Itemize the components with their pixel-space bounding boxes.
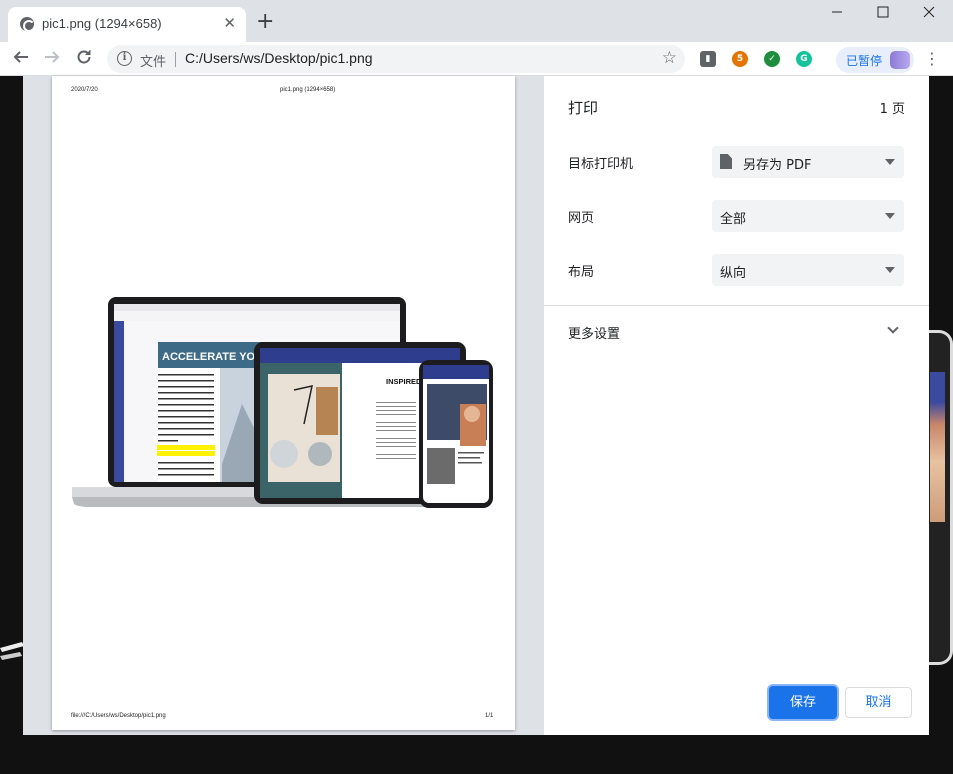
background-device-screen <box>930 372 945 522</box>
page-footer-number: 1/1 <box>485 713 494 719</box>
background-device-edge <box>0 642 24 660</box>
tab-title: pic1.png (1294×658) <box>42 16 162 31</box>
url-text[interactable]: C:/Users/ws/Desktop/pic1.png <box>185 50 373 66</box>
layout-label: 布局 <box>568 265 595 280</box>
back-arrow-icon[interactable] <box>9 48 33 71</box>
image-tablet-heading: INSPIRED <box>386 377 422 386</box>
maximize-icon[interactable] <box>860 4 906 22</box>
profile-status: 已暂停 <box>846 54 883 68</box>
settings-divider <box>544 305 929 306</box>
preview-image: ACCELERATE YOUR INSPIRED <box>72 297 493 508</box>
address-bar[interactable]: i 文件 C:/Users/ws/Desktop/pic1.png ☆ <box>107 45 685 73</box>
reload-icon[interactable] <box>72 48 96 71</box>
layout-select[interactable]: 纵向 <box>712 254 904 286</box>
chevron-down-icon <box>885 267 895 273</box>
grammarly-icon[interactable]: G <box>796 51 812 67</box>
globe-icon <box>20 17 35 32</box>
forward-arrow-icon[interactable] <box>40 48 64 71</box>
info-icon[interactable]: i <box>117 51 132 66</box>
document-icon <box>720 154 732 169</box>
tab-strip: pic1.png (1294×658) ✕ + <box>0 0 953 42</box>
tab-close-icon[interactable]: ✕ <box>223 15 236 31</box>
page-header-date: 2020/7/20 <box>71 87 98 93</box>
expand-chevron-icon[interactable] <box>887 322 899 334</box>
profile-button[interactable]: 已暂停 <box>836 47 914 73</box>
bookmark-star-icon[interactable]: ☆ <box>662 48 677 68</box>
extension-icon-3[interactable]: ✓ <box>764 51 780 67</box>
destination-select[interactable]: 另存为 PDF <box>712 146 904 178</box>
preview-page: 2020/7/20 pic1.png (1294×658) ACCELERATE… <box>52 76 515 730</box>
menu-icon[interactable]: ⋮ <box>924 49 940 68</box>
extension-icon-1[interactable]: ▮ <box>700 51 716 67</box>
pages-label: 网页 <box>568 211 595 226</box>
print-title: 打印 <box>568 99 599 117</box>
page-count: 1 页 <box>879 102 905 117</box>
omnibox-divider <box>175 52 176 67</box>
pages-select[interactable]: 全部 <box>712 200 904 232</box>
browser-toolbar: i 文件 C:/Users/ws/Desktop/pic1.png ☆ ▮ 5 … <box>0 42 953 76</box>
more-settings-toggle[interactable]: 更多设置 <box>568 323 620 342</box>
avatar <box>890 51 910 69</box>
pages-value: 全部 <box>720 212 747 227</box>
destination-value: 另存为 PDF <box>743 158 812 173</box>
browser-tab[interactable]: pic1.png (1294×658) ✕ <box>8 7 246 42</box>
page-footer-url: file:///C:/Users/ws/Desktop/pic1.png <box>71 713 166 719</box>
new-tab-button[interactable]: + <box>256 11 274 33</box>
save-button[interactable]: 保存 <box>769 686 837 719</box>
scheme-label: 文件 <box>140 55 167 70</box>
layout-value: 纵向 <box>720 266 747 281</box>
cancel-button[interactable]: 取消 <box>845 687 912 718</box>
chevron-down-icon <box>885 159 895 165</box>
print-settings-panel: 打印 1 页 目标打印机 另存为 PDF 网页 全部 布局 纵向 更多设置 保存… <box>544 76 929 735</box>
page-header-title: pic1.png (1294×658) <box>280 87 336 93</box>
minimize-icon[interactable] <box>814 4 860 22</box>
destination-label: 目标打印机 <box>568 157 634 172</box>
close-icon[interactable] <box>906 4 952 22</box>
chevron-down-icon <box>885 213 895 219</box>
extension-icon-2[interactable]: 5 <box>732 51 748 67</box>
